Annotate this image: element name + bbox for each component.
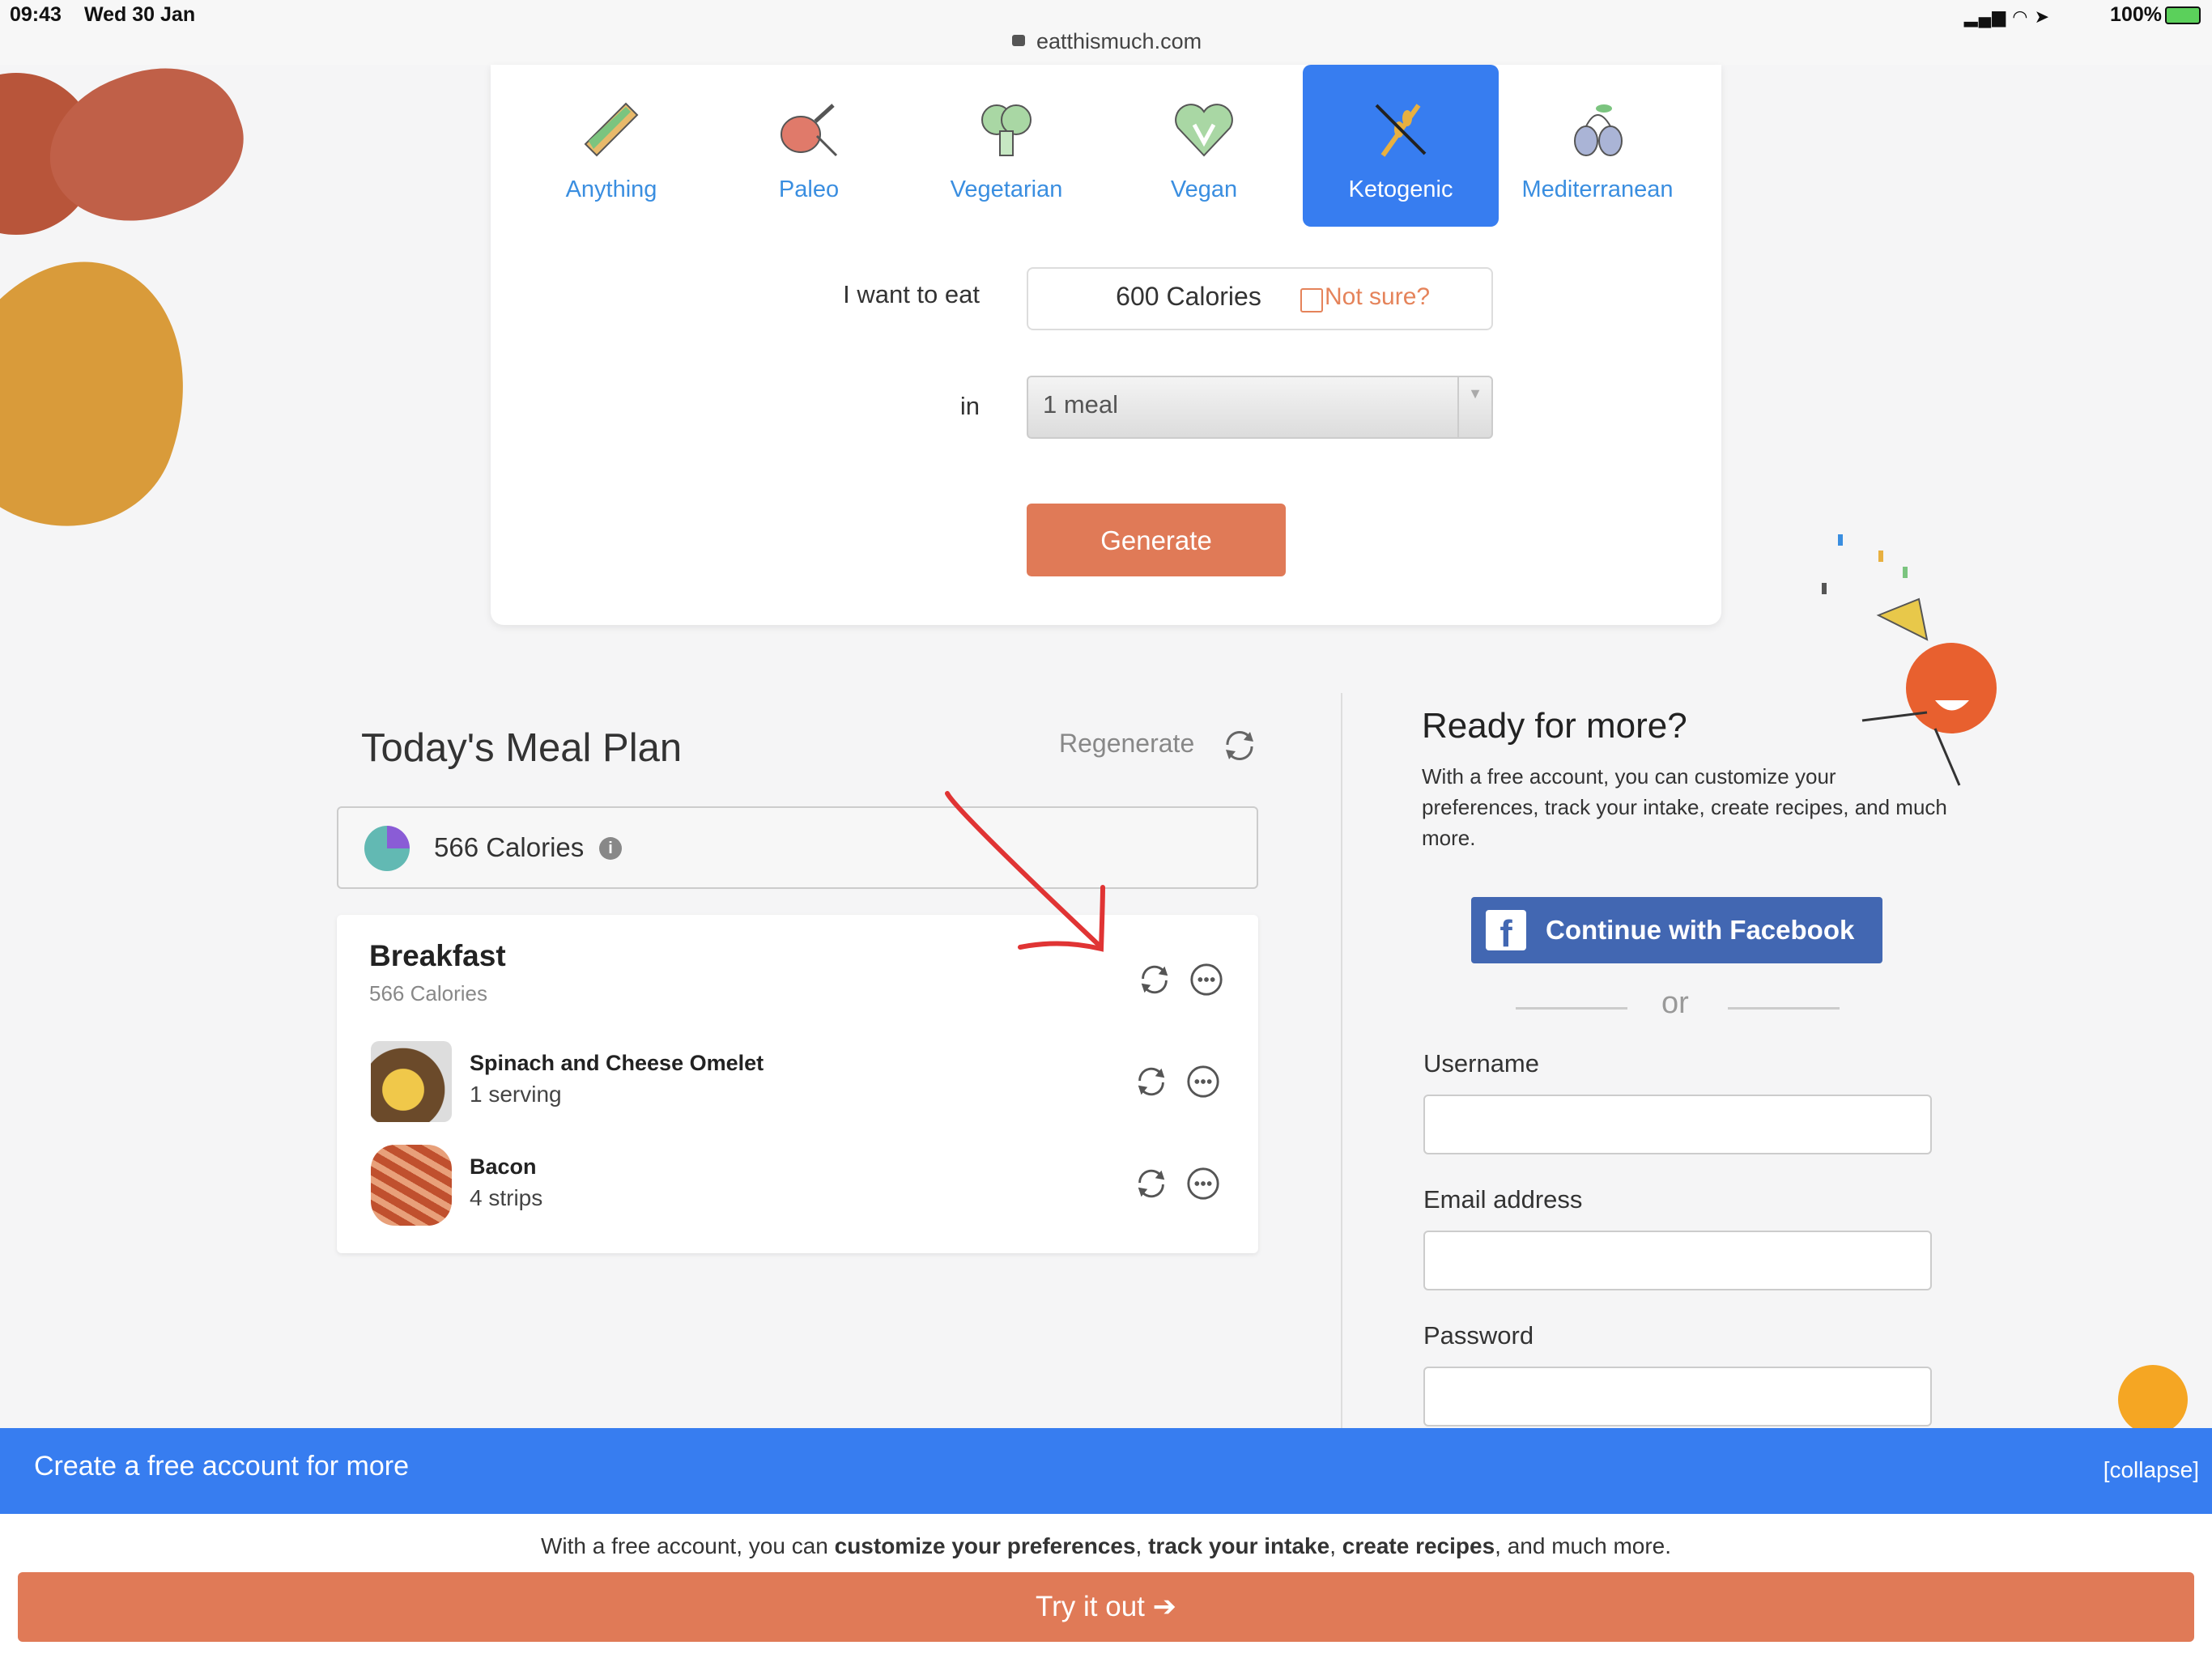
meat-leg-icon — [781, 104, 838, 157]
facebook-login-button[interactable]: f Continue with Facebook — [1471, 897, 1882, 963]
omelet-image — [371, 1041, 452, 1122]
calories-input[interactable]: 600 Calories Not sure? — [1027, 267, 1493, 330]
status-date: Wed 30 Jan — [84, 3, 196, 26]
meal-title: Breakfast — [369, 939, 506, 972]
refresh-icon[interactable] — [1137, 962, 1172, 997]
diet-label: Paleo — [778, 176, 840, 202]
banner-text-part: With a free account, you can — [540, 1533, 835, 1558]
email-label: Email address — [1423, 1185, 1583, 1214]
status-time: 09:43 — [10, 3, 62, 26]
divider-line — [1728, 1007, 1840, 1010]
bacon-image — [371, 1145, 452, 1226]
orange-mascot-icon[interactable] — [2118, 1365, 2188, 1435]
collapse-link[interactable]: [collapse] — [2104, 1457, 2199, 1483]
tomato-decoration — [0, 227, 225, 559]
diet-option-paleo[interactable]: Paleo — [711, 65, 907, 227]
try-it-out-label: Try it out — [1036, 1591, 1145, 1622]
generate-button[interactable]: Generate — [1027, 504, 1286, 576]
password-input[interactable] — [1423, 1367, 1932, 1426]
not-sure-link[interactable]: Not sure? — [1325, 283, 1430, 311]
more-options-icon[interactable] — [1189, 962, 1224, 997]
food-item-omelet[interactable]: Spinach and Cheese Omelet 1 serving — [371, 1041, 1229, 1122]
password-label: Password — [1423, 1321, 1534, 1350]
diet-option-vegetarian[interactable]: Vegetarian — [908, 65, 1104, 227]
food-amount: 1 serving — [470, 1082, 562, 1107]
refresh-icon[interactable] — [1134, 1064, 1169, 1099]
column-divider — [1341, 693, 1342, 1430]
banner-text-bold: create recipes — [1342, 1533, 1495, 1558]
chevron-down-icon: ▼ — [1457, 377, 1491, 437]
annotation-arrow — [945, 791, 1105, 952]
banner-text-bold: track your intake — [1148, 1533, 1330, 1558]
in-label: in — [959, 392, 980, 420]
diet-option-ketogenic[interactable]: Ketogenic — [1303, 65, 1499, 227]
meals-select-value: 1 meal — [1043, 390, 1119, 419]
divider-line — [1516, 1007, 1627, 1010]
banner-text-part: , — [1135, 1533, 1149, 1558]
refresh-icon[interactable] — [1221, 727, 1258, 764]
food-item-bacon[interactable]: Bacon 4 strips — [371, 1145, 1229, 1226]
regenerate-link[interactable]: Regenerate — [1059, 729, 1194, 759]
diet-option-mediterranean[interactable]: Mediterranean — [1499, 65, 1695, 227]
banner-text-bold: customize your preferences — [834, 1533, 1136, 1558]
total-calories: 566 Calories — [434, 832, 585, 862]
food-name[interactable]: Bacon — [470, 1154, 537, 1180]
diet-option-vegan[interactable]: Vegan — [1106, 65, 1302, 227]
signup-banner: Create a free account for more [collapse… — [0, 1428, 2212, 1514]
diet-label: Vegetarian — [950, 176, 1063, 202]
heart-v-icon — [1175, 104, 1233, 157]
food-name[interactable]: Spinach and Cheese Omelet — [470, 1051, 764, 1076]
info-icon[interactable]: i — [599, 837, 622, 860]
meals-select[interactable]: 1 meal ▼ — [1027, 376, 1493, 439]
meal-plan-title: Today's Meal Plan — [361, 726, 683, 770]
battery-percent: 100% — [2110, 3, 2162, 26]
olives-icon — [1574, 104, 1623, 156]
sandwich-icon — [584, 102, 639, 157]
no-wheat-icon — [1375, 104, 1427, 157]
more-options-icon[interactable] — [1185, 1166, 1221, 1201]
diet-option-anything[interactable]: Anything — [513, 65, 709, 227]
diet-label: Ketogenic — [1348, 176, 1453, 202]
food-amount: 4 strips — [470, 1185, 543, 1210]
diet-label: Vegan — [1170, 176, 1238, 202]
banner-text-part: , — [1329, 1533, 1342, 1558]
try-it-out-button[interactable]: Try it out ➔ — [18, 1572, 2194, 1642]
diet-label: Mediterranean — [1521, 176, 1674, 202]
facebook-icon: f — [1486, 910, 1526, 954]
battery-icon — [2165, 6, 2201, 24]
email-input[interactable] — [1423, 1231, 1932, 1290]
diet-label: Anything — [565, 176, 657, 202]
macro-pie-icon — [364, 826, 410, 871]
more-options-icon[interactable] — [1185, 1064, 1221, 1099]
username-input[interactable] — [1423, 1095, 1932, 1154]
facebook-button-label: Continue with Facebook — [1546, 915, 1855, 945]
banner-text-part: , and much more. — [1495, 1533, 1672, 1558]
calculator-icon[interactable] — [1300, 288, 1323, 312]
refresh-icon[interactable] — [1134, 1166, 1169, 1201]
eat-label: I want to eat — [843, 280, 980, 308]
banner-title: Create a free account for more — [34, 1451, 410, 1482]
or-separator: or — [1661, 986, 1689, 1020]
signup-description: With a free account, you can customize y… — [1422, 764, 1947, 850]
party-tomato-mascot-icon — [1822, 534, 1997, 786]
username-label: Username — [1423, 1049, 1539, 1078]
meal-calories: 566 Calories — [369, 981, 487, 1005]
meal-card-breakfast: Breakfast 566 Calories Spinach and Chees… — [337, 915, 1258, 1253]
arrow-right-icon: ➔ — [1152, 1591, 1176, 1622]
signal-wifi-icon: ▂▄▆ ◠ ➤ — [1963, 6, 2050, 27]
lock-icon — [1012, 35, 1025, 46]
address-bar-url[interactable]: eatthismuch.com — [1036, 29, 1202, 54]
broccoli-icon — [981, 104, 1032, 156]
banner-body: With a free account, you can customize y… — [0, 1514, 2212, 1658]
signup-title: Ready for more? — [1422, 706, 1687, 746]
calories-value: 600 Calories — [1116, 282, 1261, 311]
banner-description: With a free account, you can customize y… — [0, 1533, 2212, 1559]
